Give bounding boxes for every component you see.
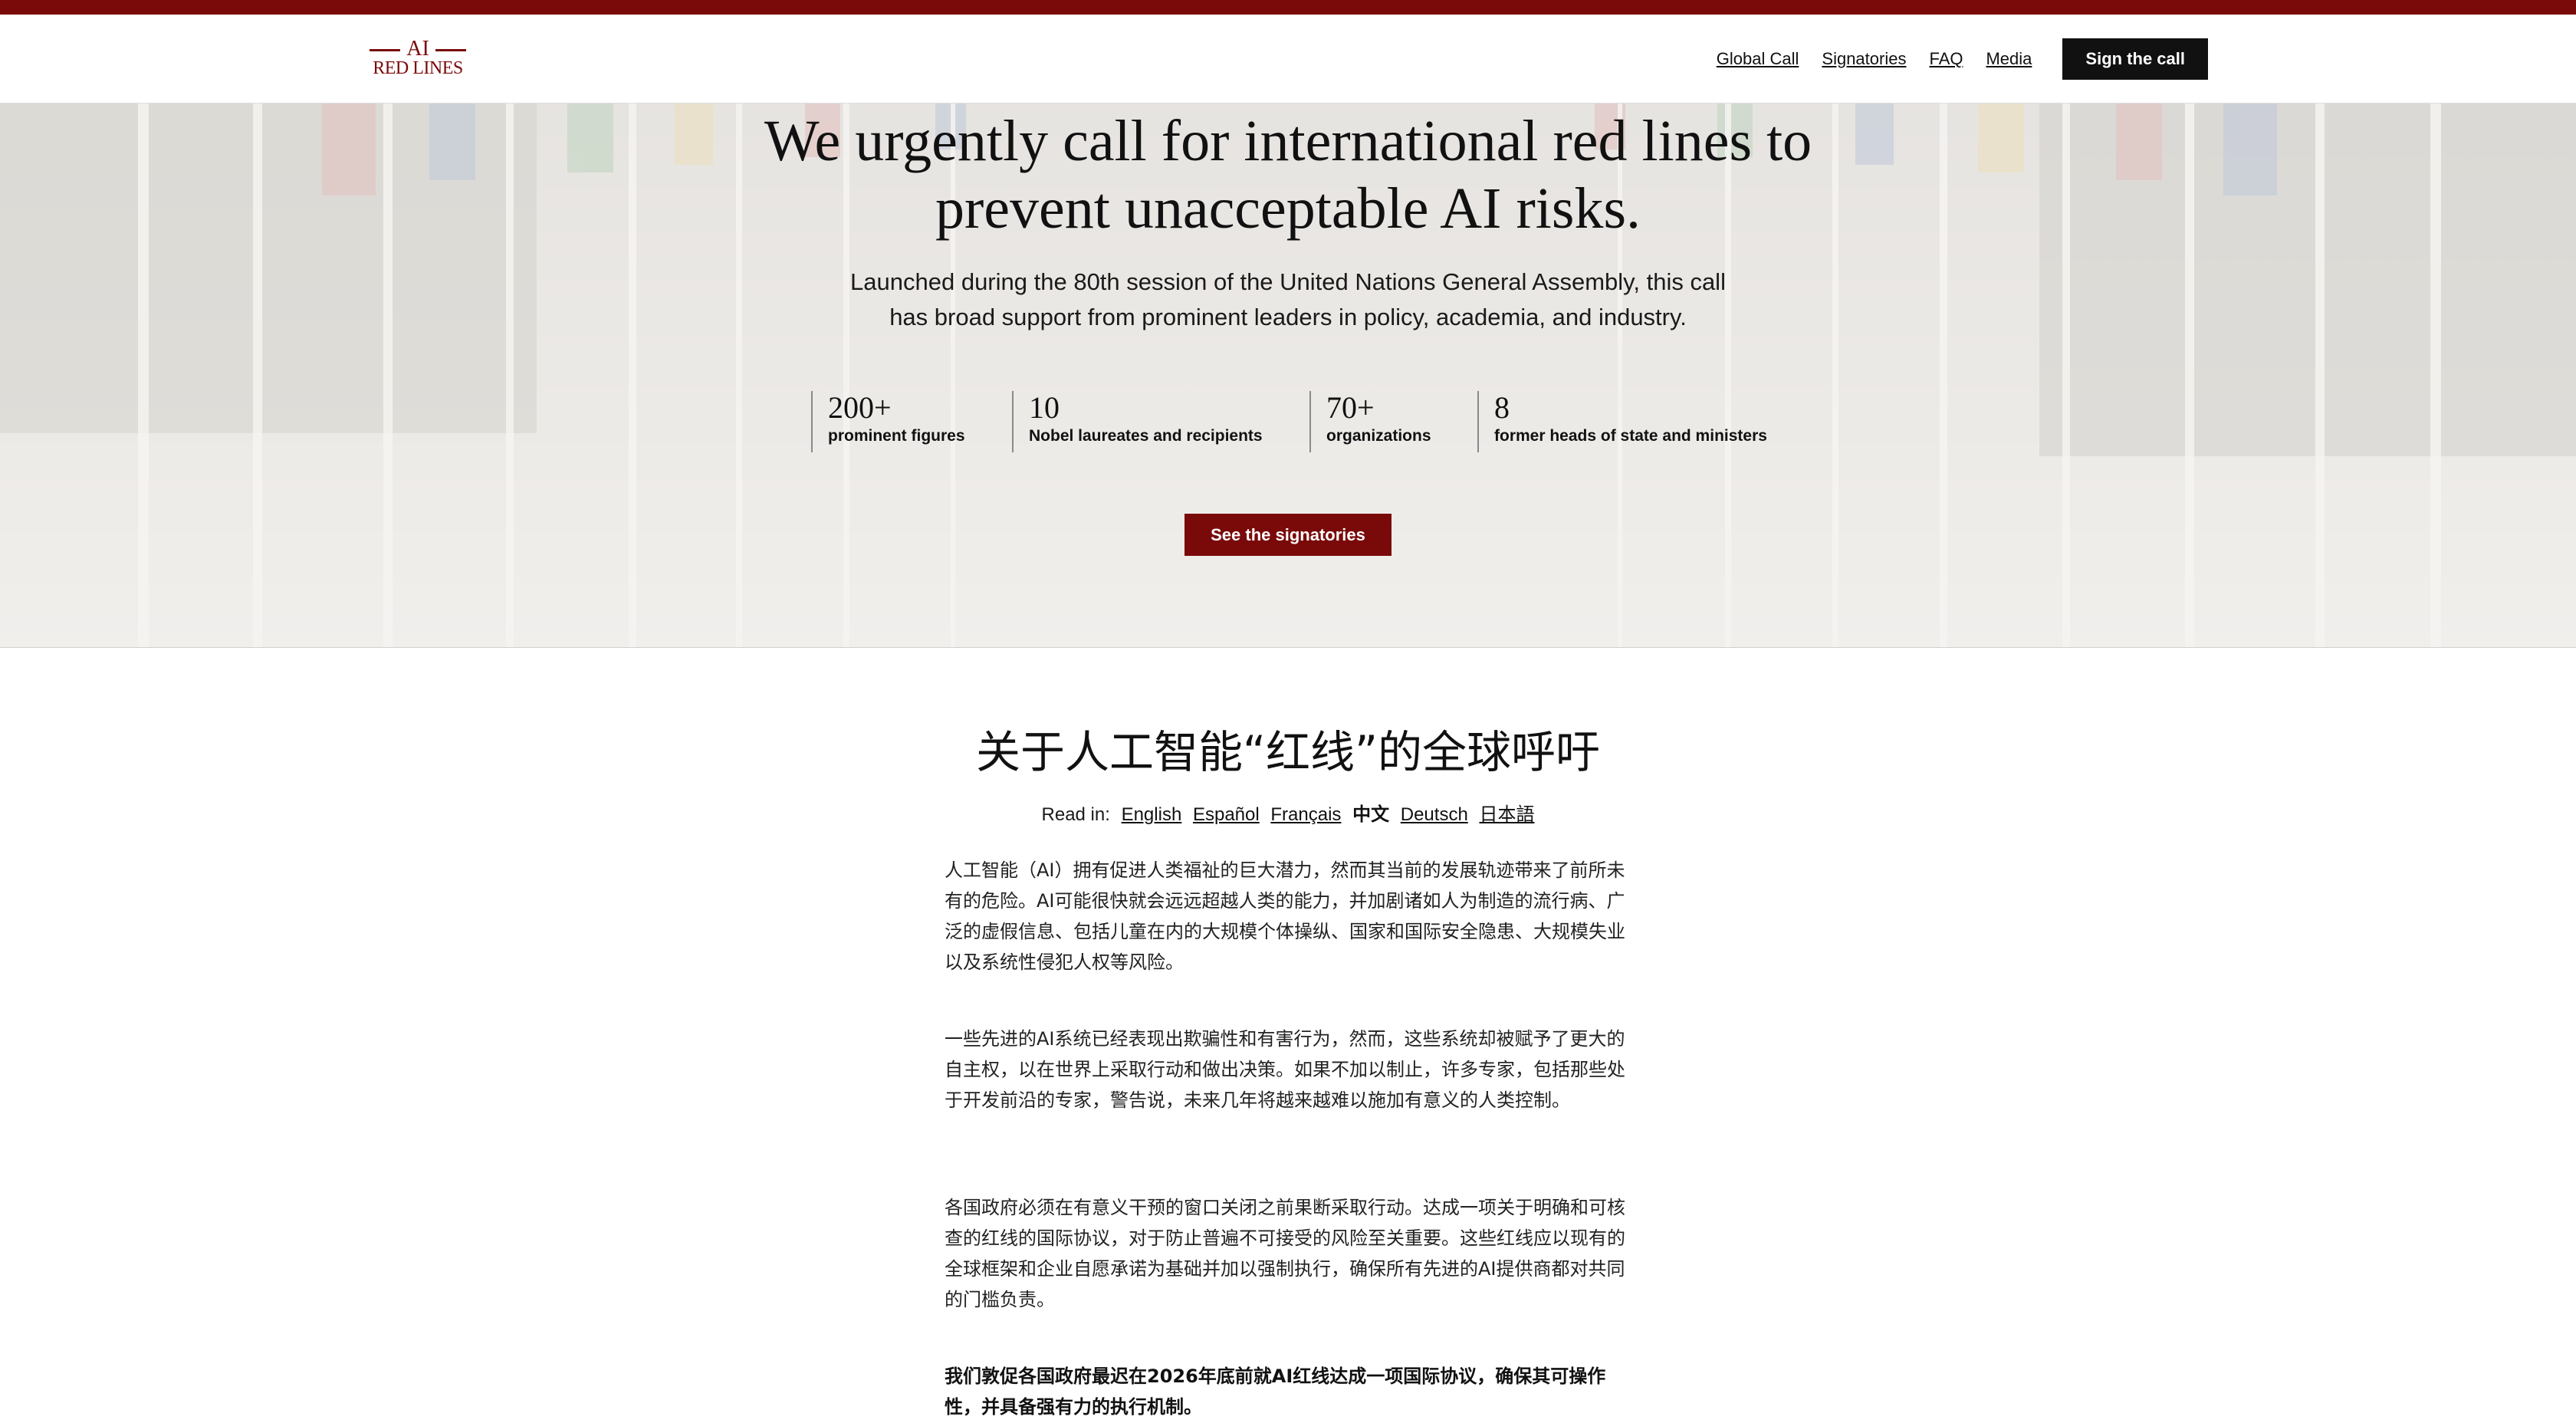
see-signatories-button[interactable]: See the signatories	[1184, 514, 1392, 556]
hero-content: We urgently call for international red l…	[0, 104, 2576, 647]
hero-title: We urgently call for international red l…	[764, 109, 1812, 241]
lang-english-link[interactable]: English	[1122, 804, 1182, 825]
logo-mark: AI	[368, 38, 468, 60]
lang-chinese-link[interactable]: 中文	[1352, 804, 1389, 825]
stat-label: former heads of state and ministers	[1494, 427, 1767, 445]
nav-global-call[interactable]: Global Call	[1717, 49, 1799, 69]
hero-subtitle: Launched during the 80th session of the …	[850, 268, 1726, 330]
paragraph: 一些先进的AI系统已经表现出欺骗性和有害行为，然而，这些系统却被赋予了更大的自主…	[945, 1028, 1625, 1111]
hero-section: We urgently call for international red l…	[0, 104, 2576, 648]
stat-value: 70+	[1326, 390, 1375, 425]
logo-rule-right	[435, 49, 466, 51]
sign-the-call-button[interactable]: Sign the call	[2062, 38, 2208, 80]
lang-spanish-link[interactable]: Español	[1193, 804, 1260, 825]
paragraph: 人工智能（AI）拥有促进人类福祉的巨大潜力，然而其当前的发展轨迹带来了前所未有的…	[945, 859, 1625, 973]
lang-german-link[interactable]: Deutsch	[1401, 804, 1468, 825]
nav-signatories[interactable]: Signatories	[1822, 49, 1906, 69]
stat-label: Nobel laureates and recipients	[1029, 427, 1263, 445]
site-logo[interactable]: AI RED LINES	[368, 38, 468, 78]
site-header: AI RED LINES Global Call Signatories FAQ…	[0, 15, 2576, 104]
logo-red-lines-text: RED LINES	[373, 58, 463, 78]
language-switcher: Read in: English Español Français 中文 Deu…	[828, 801, 1748, 829]
stat-value: 200+	[828, 390, 892, 425]
read-in-label: Read in:	[1041, 804, 1110, 825]
lang-french-link[interactable]: Français	[1270, 804, 1341, 825]
paragraph: 各国政府必须在有意义干预的窗口关闭之前果断采取行动。达成一项关于明确和可核查的红…	[945, 1197, 1625, 1310]
stat-heads-of-state: 8 former heads of state and ministers	[1477, 391, 1784, 452]
main-nav: Global Call Signatories FAQ Media Sign t…	[1717, 38, 2208, 80]
nav-media[interactable]: Media	[1986, 49, 2032, 69]
lang-japanese-link[interactable]: 日本語	[1479, 804, 1534, 825]
nav-faq[interactable]: FAQ	[1929, 49, 1963, 69]
stat-label: prominent figures	[828, 427, 965, 445]
stat-prominent-figures: 200+ prominent figures	[811, 391, 995, 452]
stat-value: 10	[1029, 390, 1060, 425]
top-accent-bar	[0, 0, 2576, 15]
section-title: 关于人工智能“红线”的全球呼吁	[975, 726, 1601, 778]
call-text-section: 关于人工智能“红线”的全球呼吁 Read in: English Español…	[0, 648, 2576, 1423]
paragraph-emphasis: 我们敦促各国政府最迟在2026年底前就AI红线达成一项国际协议，确保其可操作性，…	[945, 1365, 1606, 1418]
stat-label: organizations	[1326, 427, 1431, 445]
stat-nobel-laureates: 10 Nobel laureates and recipients	[1012, 391, 1303, 452]
stat-organizations: 70+ organizations	[1309, 391, 1470, 452]
stat-value: 8	[1494, 390, 1510, 425]
